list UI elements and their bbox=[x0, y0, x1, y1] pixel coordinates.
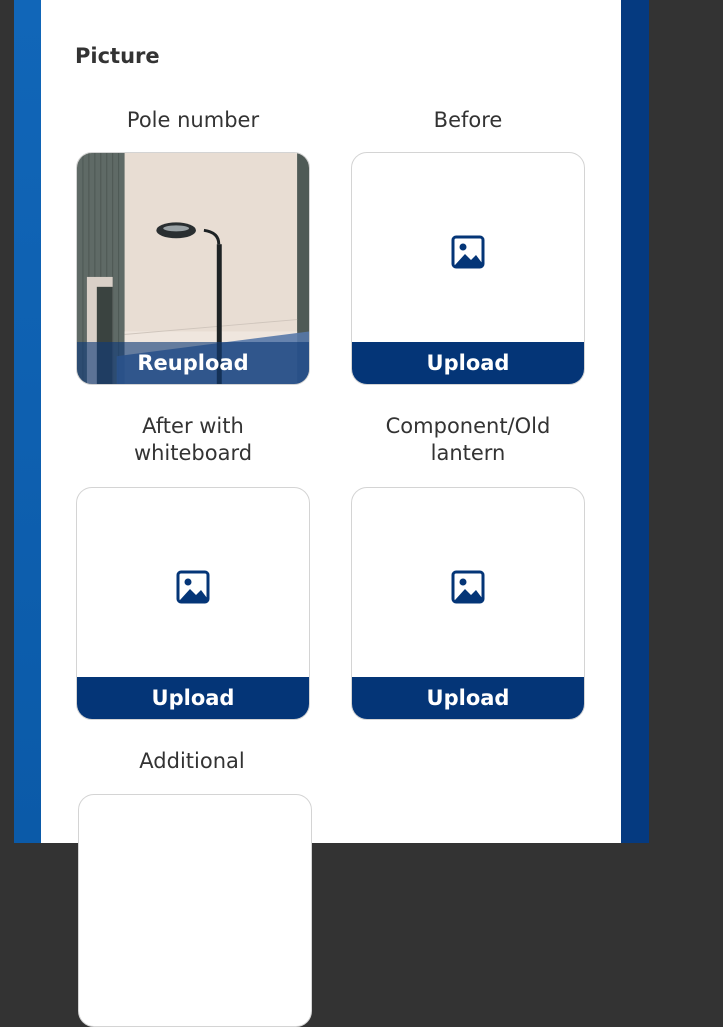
photo-tile-component-old-lantern[interactable]: Upload bbox=[351, 487, 585, 720]
slot-label-line-1: Component/Old bbox=[385, 414, 551, 438]
reupload-button[interactable]: Reupload bbox=[77, 342, 309, 384]
image-icon bbox=[176, 570, 210, 604]
section-title: Picture bbox=[75, 44, 160, 68]
slot-label-component-old-lantern: Component/Old lantern bbox=[350, 413, 586, 467]
slot-label-after-whiteboard: After with whiteboard bbox=[75, 413, 311, 467]
upload-button-after-whiteboard[interactable]: Upload bbox=[77, 677, 309, 719]
upload-button-component-old-lantern[interactable]: Upload bbox=[352, 677, 584, 719]
photo-tile-pole-number[interactable]: Reupload bbox=[76, 152, 310, 385]
slot-label-line-1: After with bbox=[142, 414, 244, 438]
upload-button-before[interactable]: Upload bbox=[352, 342, 584, 384]
photo-tile-additional[interactable] bbox=[78, 794, 312, 1027]
slot-label-pole-number: Pole number bbox=[126, 108, 260, 132]
photo-tile-before[interactable]: Upload bbox=[351, 152, 585, 385]
sidebar-strip-right bbox=[621, 0, 649, 843]
slot-label-additional: Additional bbox=[139, 749, 245, 773]
slot-label-line-2: whiteboard bbox=[133, 441, 253, 465]
slot-label-line-2: lantern bbox=[430, 441, 506, 465]
slot-label-before: Before bbox=[433, 108, 503, 132]
image-icon bbox=[451, 570, 485, 604]
sidebar-strip-left bbox=[14, 0, 41, 843]
photo-tile-after-whiteboard[interactable]: Upload bbox=[76, 487, 310, 720]
image-icon bbox=[451, 235, 485, 269]
